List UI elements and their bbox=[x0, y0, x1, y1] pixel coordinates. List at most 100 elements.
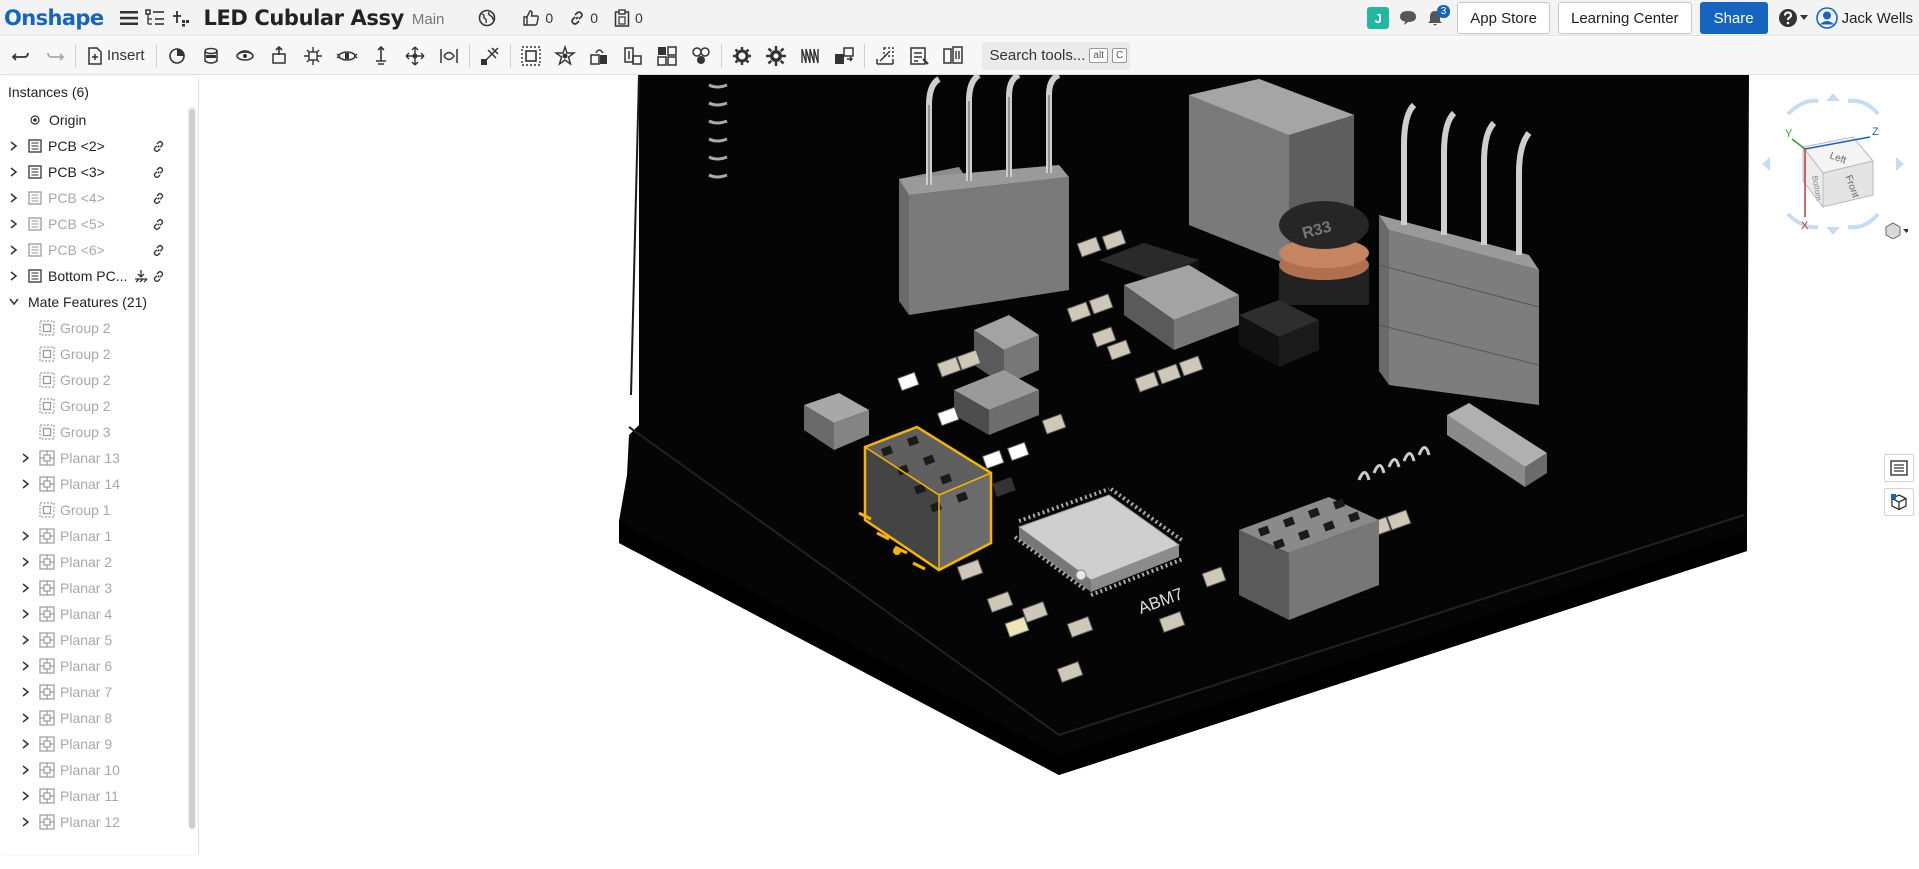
mate-feature-row[interactable]: Group 2 bbox=[0, 315, 198, 341]
mate-feature-row[interactable]: Planar 6 bbox=[0, 653, 198, 679]
chevron-right-icon[interactable] bbox=[20, 530, 32, 542]
chevron-right-icon[interactable] bbox=[20, 556, 32, 568]
notifications-button[interactable]: 3 bbox=[1421, 4, 1451, 32]
instance-row[interactable]: PCB <2> bbox=[0, 133, 198, 159]
spring-button[interactable] bbox=[793, 41, 827, 71]
mate-feature-row[interactable]: Planar 9 bbox=[0, 731, 198, 757]
cylindrical-mate-button[interactable] bbox=[330, 41, 364, 71]
explode-button[interactable] bbox=[725, 41, 759, 71]
ball-mate-button[interactable] bbox=[398, 41, 432, 71]
linear-pattern-button[interactable] bbox=[650, 41, 684, 71]
replace-part-button[interactable] bbox=[827, 41, 861, 71]
chevron-right-icon[interactable] bbox=[8, 244, 20, 256]
user-menu[interactable]: Jack Wells bbox=[1815, 7, 1913, 29]
mate-feature-row[interactable]: Planar 8 bbox=[0, 705, 198, 731]
slider-mate-button[interactable] bbox=[262, 41, 296, 71]
chevron-right-icon[interactable] bbox=[8, 192, 20, 204]
instance-row[interactable]: PCB <5> bbox=[0, 211, 198, 237]
instance-row[interactable]: PCB <6> bbox=[0, 237, 198, 263]
group-mate-button[interactable] bbox=[514, 41, 548, 71]
mate-connector-button[interactable] bbox=[548, 41, 582, 71]
planar-mate-button[interactable] bbox=[296, 41, 330, 71]
branch-name[interactable]: Main bbox=[412, 11, 445, 28]
mate-feature-row[interactable]: Planar 12 bbox=[0, 809, 198, 835]
link-icon[interactable] bbox=[152, 166, 165, 179]
chevron-right-icon[interactable] bbox=[8, 140, 20, 152]
mate-feature-row[interactable]: Planar 10 bbox=[0, 757, 198, 783]
pin-slot-mate-button[interactable] bbox=[364, 41, 398, 71]
panel-scrollbar-thumb[interactable] bbox=[189, 109, 195, 829]
chevron-right-icon[interactable] bbox=[20, 582, 32, 594]
circular-pattern-button[interactable] bbox=[684, 41, 718, 71]
rack-pinion-button[interactable] bbox=[616, 41, 650, 71]
mate-feature-row[interactable]: Planar 2 bbox=[0, 549, 198, 575]
mate-feature-row[interactable]: Planar 3 bbox=[0, 575, 198, 601]
document-title[interactable]: LED Cubular Assy bbox=[204, 6, 405, 30]
mate-features-row[interactable]: Mate Features (21) bbox=[0, 289, 198, 315]
link-icon[interactable] bbox=[152, 244, 165, 257]
copies-counter[interactable]: 0 bbox=[614, 8, 643, 27]
chevron-right-icon[interactable] bbox=[20, 816, 32, 828]
instance-row[interactable]: Bottom PC... bbox=[0, 263, 198, 289]
bom-button[interactable] bbox=[1884, 454, 1914, 482]
mate-feature-row[interactable]: Group 2 bbox=[0, 367, 198, 393]
link-icon[interactable] bbox=[152, 270, 165, 283]
revolute-mate-button[interactable] bbox=[228, 41, 262, 71]
link-icon[interactable] bbox=[152, 218, 165, 231]
chevron-right-icon[interactable] bbox=[20, 686, 32, 698]
origin-row[interactable]: Origin bbox=[0, 107, 198, 133]
chevron-right-icon[interactable] bbox=[20, 634, 32, 646]
appearance-button[interactable] bbox=[1884, 488, 1914, 516]
share-button[interactable]: Share bbox=[1699, 2, 1768, 34]
globe-icon[interactable] bbox=[474, 4, 500, 32]
measure-button[interactable] bbox=[902, 41, 936, 71]
mate-feature-row[interactable]: Group 2 bbox=[0, 393, 198, 419]
gear-relation-button[interactable] bbox=[582, 41, 616, 71]
feature-list-icon[interactable] bbox=[142, 4, 168, 32]
chevron-right-icon[interactable] bbox=[20, 452, 32, 464]
mate-feature-row[interactable]: Planar 11 bbox=[0, 783, 198, 809]
section-view-button[interactable] bbox=[868, 41, 902, 71]
chevron-right-icon[interactable] bbox=[8, 218, 20, 230]
links-counter[interactable]: 0 bbox=[569, 10, 598, 26]
instance-row[interactable]: PCB <4> bbox=[0, 185, 198, 211]
insert-part-icon[interactable] bbox=[168, 4, 194, 32]
link-icon[interactable] bbox=[152, 192, 165, 205]
mate-feature-row[interactable]: Planar 5 bbox=[0, 627, 198, 653]
user-initial-badge[interactable]: J bbox=[1367, 7, 1390, 29]
comments-icon[interactable] bbox=[1395, 4, 1421, 32]
insert-button[interactable]: Insert bbox=[79, 41, 153, 71]
mate-feature-row[interactable]: Planar 13 bbox=[0, 445, 198, 471]
mate-feature-row[interactable]: Planar 14 bbox=[0, 471, 198, 497]
chevron-right-icon[interactable] bbox=[8, 166, 20, 178]
tangent-mate-button[interactable] bbox=[473, 41, 507, 71]
named-views-button[interactable] bbox=[936, 41, 970, 71]
fixed-ground-icon[interactable] bbox=[134, 269, 148, 283]
assembly-3d-model[interactable]: R33 ABM7 bbox=[199, 75, 1919, 869]
onshape-logo[interactable]: Onshape bbox=[4, 6, 104, 30]
view-cube[interactable]: Left Bottom Front Y Z X bbox=[1758, 89, 1908, 239]
simulation-button[interactable] bbox=[759, 41, 793, 71]
mate-feature-row[interactable]: Group 3 bbox=[0, 419, 198, 445]
app-store-button[interactable]: App Store bbox=[1457, 2, 1550, 34]
parallel-mate-button[interactable] bbox=[432, 41, 466, 71]
mate-feature-row[interactable]: Planar 1 bbox=[0, 523, 198, 549]
pcb-board[interactable] bbox=[619, 75, 1749, 775]
undo-button[interactable] bbox=[4, 41, 38, 71]
graphics-viewport[interactable]: R33 ABM7 Left Bottom Front Y Z X bbox=[199, 75, 1919, 869]
menu-icon[interactable] bbox=[116, 4, 142, 32]
chevron-right-icon[interactable] bbox=[20, 790, 32, 802]
replicate-button[interactable] bbox=[160, 41, 194, 71]
chevron-down-icon[interactable] bbox=[8, 296, 20, 308]
chevron-right-icon[interactable] bbox=[20, 478, 32, 490]
chevron-right-icon[interactable] bbox=[20, 764, 32, 776]
mate-feature-row[interactable]: Planar 7 bbox=[0, 679, 198, 705]
chevron-right-icon[interactable] bbox=[8, 270, 20, 282]
chevron-right-icon[interactable] bbox=[20, 712, 32, 724]
chevron-right-icon[interactable] bbox=[20, 738, 32, 750]
inductor[interactable]: R33 bbox=[1279, 201, 1369, 305]
view-cube-menu[interactable] bbox=[1885, 222, 1908, 239]
help-menu[interactable] bbox=[1778, 8, 1808, 28]
fastened-mate-button[interactable] bbox=[194, 41, 228, 71]
mate-feature-row[interactable]: Group 1 bbox=[0, 497, 198, 523]
